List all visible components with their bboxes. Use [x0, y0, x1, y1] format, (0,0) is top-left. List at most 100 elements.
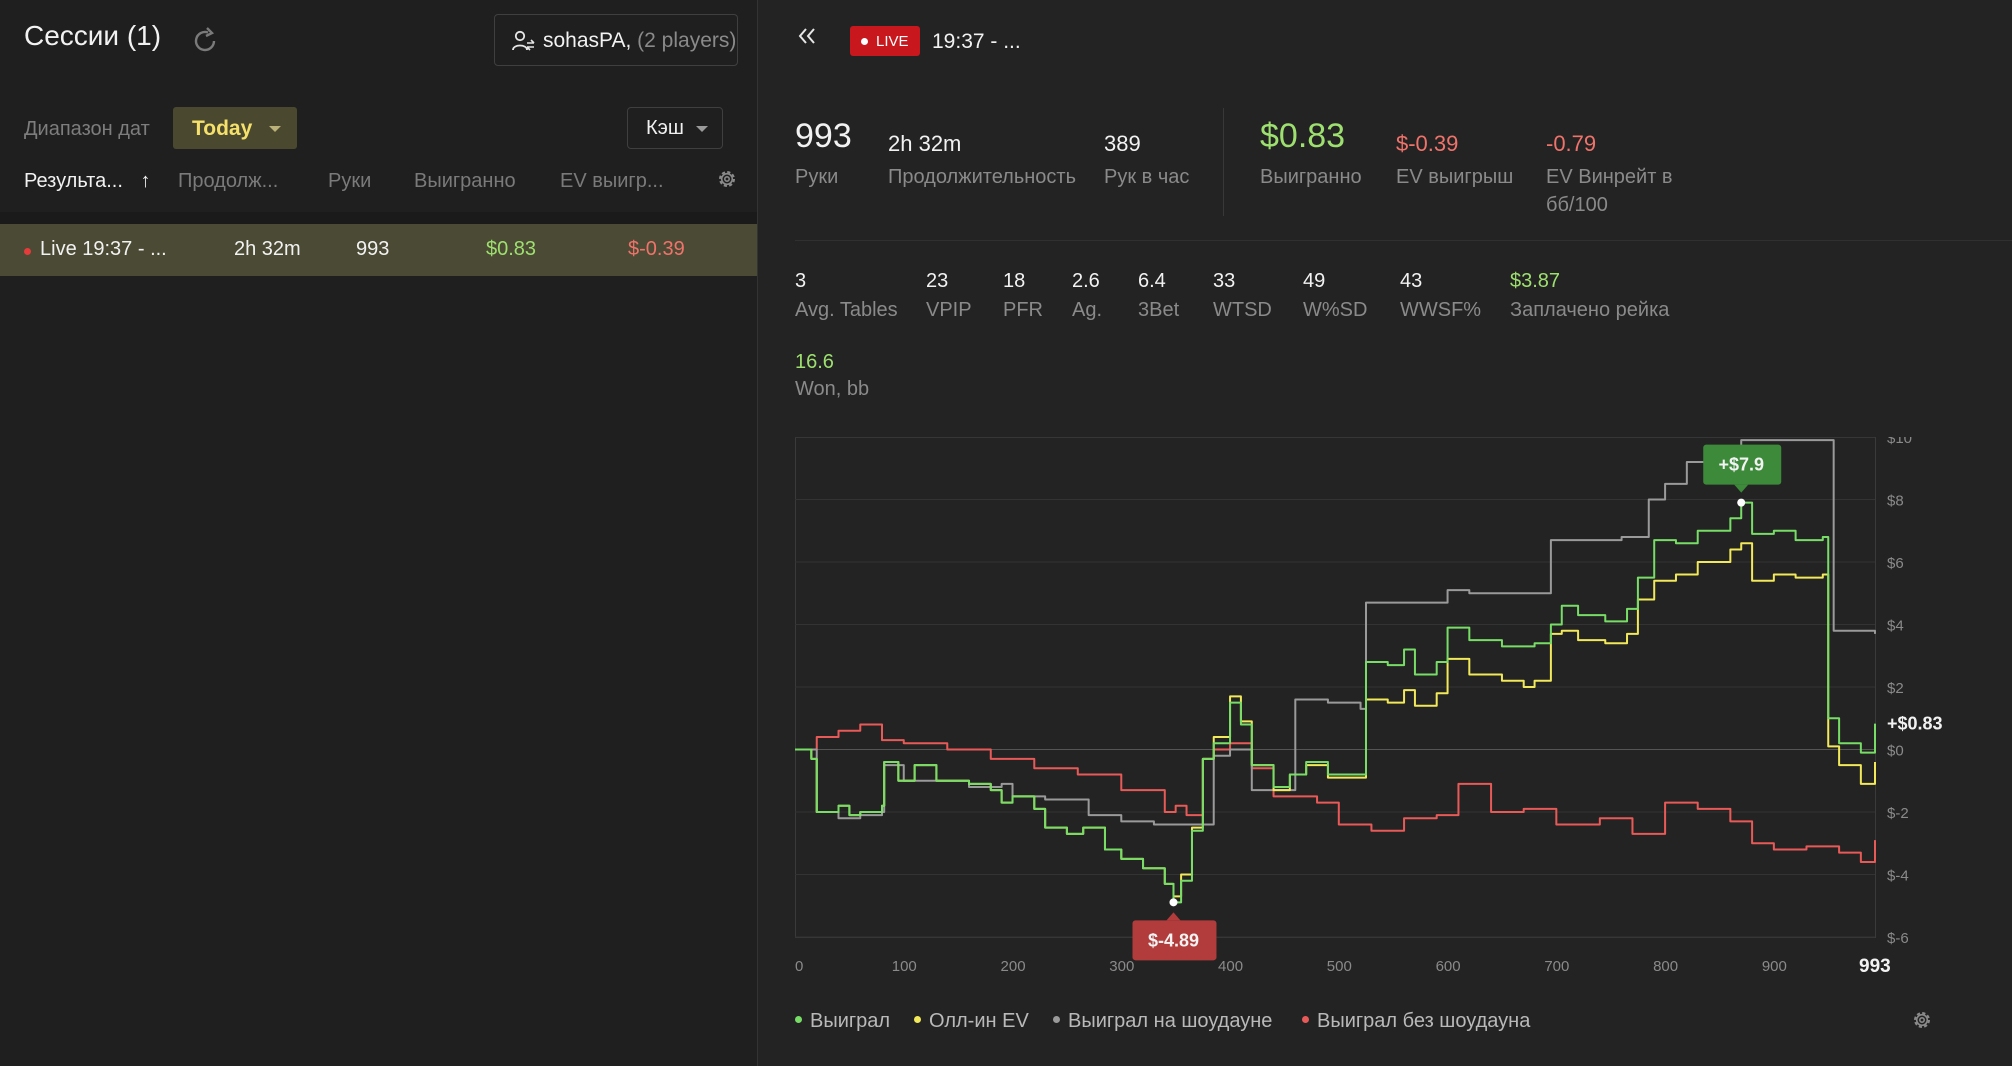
x-tick-label: 500: [1327, 958, 1352, 975]
stat-won-bb-value: 16.6: [795, 351, 834, 373]
collapse-double-chevron-icon[interactable]: [797, 26, 817, 46]
x-tick-label: 900: [1762, 958, 1787, 975]
stat-wsd-label: W%SD: [1303, 299, 1368, 321]
y-tick-label: $4: [1887, 618, 1904, 635]
stat-duration-label: Продолжительность: [888, 166, 1076, 188]
session-name: Live 19:37 - ...: [40, 238, 167, 260]
stat-rake-label: Заплачено рейка: [1510, 299, 1670, 321]
stats-divider: [1223, 108, 1224, 216]
stat-vpip-value: 23: [926, 270, 949, 292]
stat-hands-per-hour-label: Рук в час: [1104, 166, 1190, 188]
max-annotation-pointer: [1734, 484, 1749, 493]
stat-wwsf-label: WWSF%: [1400, 299, 1482, 321]
min-annotation-pointer: [1166, 912, 1181, 921]
column-header-duration[interactable]: Продолж...: [178, 170, 278, 193]
min-point: [1169, 898, 1178, 907]
max-point: [1737, 498, 1746, 507]
legend-dot-icon: [1053, 1016, 1060, 1024]
x-end-label: 993: [1859, 956, 1891, 977]
session-profit-chart: $10 $8 $6 $4 $2 $0 $-2 $-4 $-6 0 100 200 300 400 500 60…: [795, 437, 1943, 977]
x-tick-label: 600: [1436, 958, 1461, 975]
stat-hands-per-hour-value: 389: [1104, 131, 1141, 156]
x-tick-label: 200: [1001, 958, 1026, 975]
stat-vpip-label: VPIP: [926, 299, 972, 321]
min-annotation-label: $-4.89: [1148, 930, 1199, 950]
legend-dot-icon: [795, 1016, 802, 1024]
stat-rake-value: $3.87: [1510, 270, 1561, 292]
stats-horizontal-divider: [795, 240, 2012, 241]
x-tick-label: 700: [1544, 958, 1569, 975]
y-tick-label: $-4: [1887, 868, 1909, 885]
live-dot-icon: [861, 38, 868, 45]
date-range-dropdown[interactable]: Today: [173, 107, 297, 149]
series-line: [795, 542, 1876, 898]
column-header-hands[interactable]: Руки: [328, 170, 371, 193]
stat-ev-won-value: $-0.39: [1396, 131, 1459, 156]
max-annotation-label: +$7.9: [1718, 455, 1764, 475]
y-tick-label: $-6: [1887, 930, 1909, 947]
sort-arrow-icon: ↑: [140, 170, 151, 192]
stat-hands-label: Руки: [795, 166, 839, 188]
series-line: [795, 723, 1876, 863]
live-dot-icon: [24, 248, 31, 255]
sessions-title: Сессии (1): [24, 20, 162, 51]
legend-won-showdown[interactable]: Выиграл на шоудауне: [1053, 1010, 1272, 1033]
chevron-down-icon: [696, 126, 708, 132]
x-tick-label: 800: [1653, 958, 1678, 975]
session-ev-won: $-0.39: [628, 238, 685, 260]
stat-ev-winrate-label: EV Винрейт в: [1546, 166, 1673, 188]
session-title: 19:37 - ...: [932, 30, 1021, 53]
stat-avg-tables-value: 3: [795, 270, 807, 292]
column-header-result[interactable]: Результа... ↑: [24, 170, 150, 193]
y-tick-label: $0: [1887, 743, 1904, 760]
session-row[interactable]: Live 19:37 - ... 2h 32m 993 $0.83 $-0.39: [0, 224, 757, 276]
x-tick-label: 0: [795, 958, 803, 975]
stat-duration-value: 2h 32m: [888, 131, 962, 156]
stat-wtsd-label: WTSD: [1213, 299, 1272, 321]
stat-3bet-label: 3Bet: [1138, 299, 1180, 321]
stat-ev-winrate-value: -0.79: [1546, 131, 1597, 156]
column-settings-gear-icon[interactable]: [715, 167, 739, 191]
legend-allin-ev[interactable]: Олл-ин EV: [914, 1010, 1029, 1033]
live-badge: LIVE: [850, 26, 920, 56]
x-tick-label: 300: [1109, 958, 1134, 975]
stat-won-label: Выигранно: [1260, 166, 1362, 188]
y-tick-label: $2: [1887, 680, 1904, 697]
sessions-panel: Сессии (1) sohasPA, (2 players) Диапазон…: [0, 0, 757, 1066]
session-won: $0.83: [486, 238, 537, 260]
stat-wwsf-value: 43: [1400, 270, 1423, 292]
x-tick-label: 100: [892, 958, 917, 975]
y-tick-label: $10: [1887, 437, 1912, 447]
user-switch-icon: [512, 30, 535, 51]
stat-3bet-value: 6.4: [1138, 270, 1166, 292]
stat-hands-value: 993: [795, 117, 852, 155]
legend-won[interactable]: Выиграл: [795, 1010, 890, 1033]
refresh-icon[interactable]: [190, 26, 220, 56]
game-type-dropdown[interactable]: Кэш: [627, 107, 723, 149]
stat-pfr-value: 18: [1003, 270, 1026, 292]
stat-ev-winrate-unit: бб/100: [1546, 194, 1608, 216]
table-header-divider: [0, 212, 757, 224]
player-count: (2 players): [637, 29, 737, 52]
column-header-ev-won[interactable]: EV выигр...: [560, 170, 664, 193]
stat-won-value: $0.83: [1260, 117, 1346, 155]
stat-wtsd-value: 33: [1213, 270, 1236, 292]
stat-pfr-label: PFR: [1003, 299, 1043, 321]
x-tick-label: 400: [1218, 958, 1243, 975]
session-duration: 2h 32m: [234, 238, 301, 260]
legend-won-non-showdown[interactable]: Выиграл без шоудауна: [1302, 1010, 1530, 1033]
stat-won-bb-label: Won, bb: [795, 378, 870, 400]
chevron-down-icon: [269, 126, 281, 132]
stat-aggression-value: 2.6: [1072, 270, 1100, 292]
column-header-won[interactable]: Выигранно: [414, 170, 516, 193]
series-line: [795, 439, 1876, 826]
game-type-value: Кэш: [646, 117, 684, 139]
chart-settings-gear-icon[interactable]: [1910, 1008, 1934, 1032]
date-range-label: Диапазон дат: [24, 118, 150, 140]
player-name: sohasPA: [543, 29, 626, 52]
legend-dot-icon: [914, 1016, 921, 1024]
stat-wsd-value: 49: [1303, 270, 1326, 292]
player-selector-button[interactable]: sohasPA, (2 players): [494, 14, 738, 66]
stat-ev-won-label: EV выигрыш: [1396, 166, 1514, 188]
stat-avg-tables-label: Avg. Tables: [795, 299, 898, 321]
